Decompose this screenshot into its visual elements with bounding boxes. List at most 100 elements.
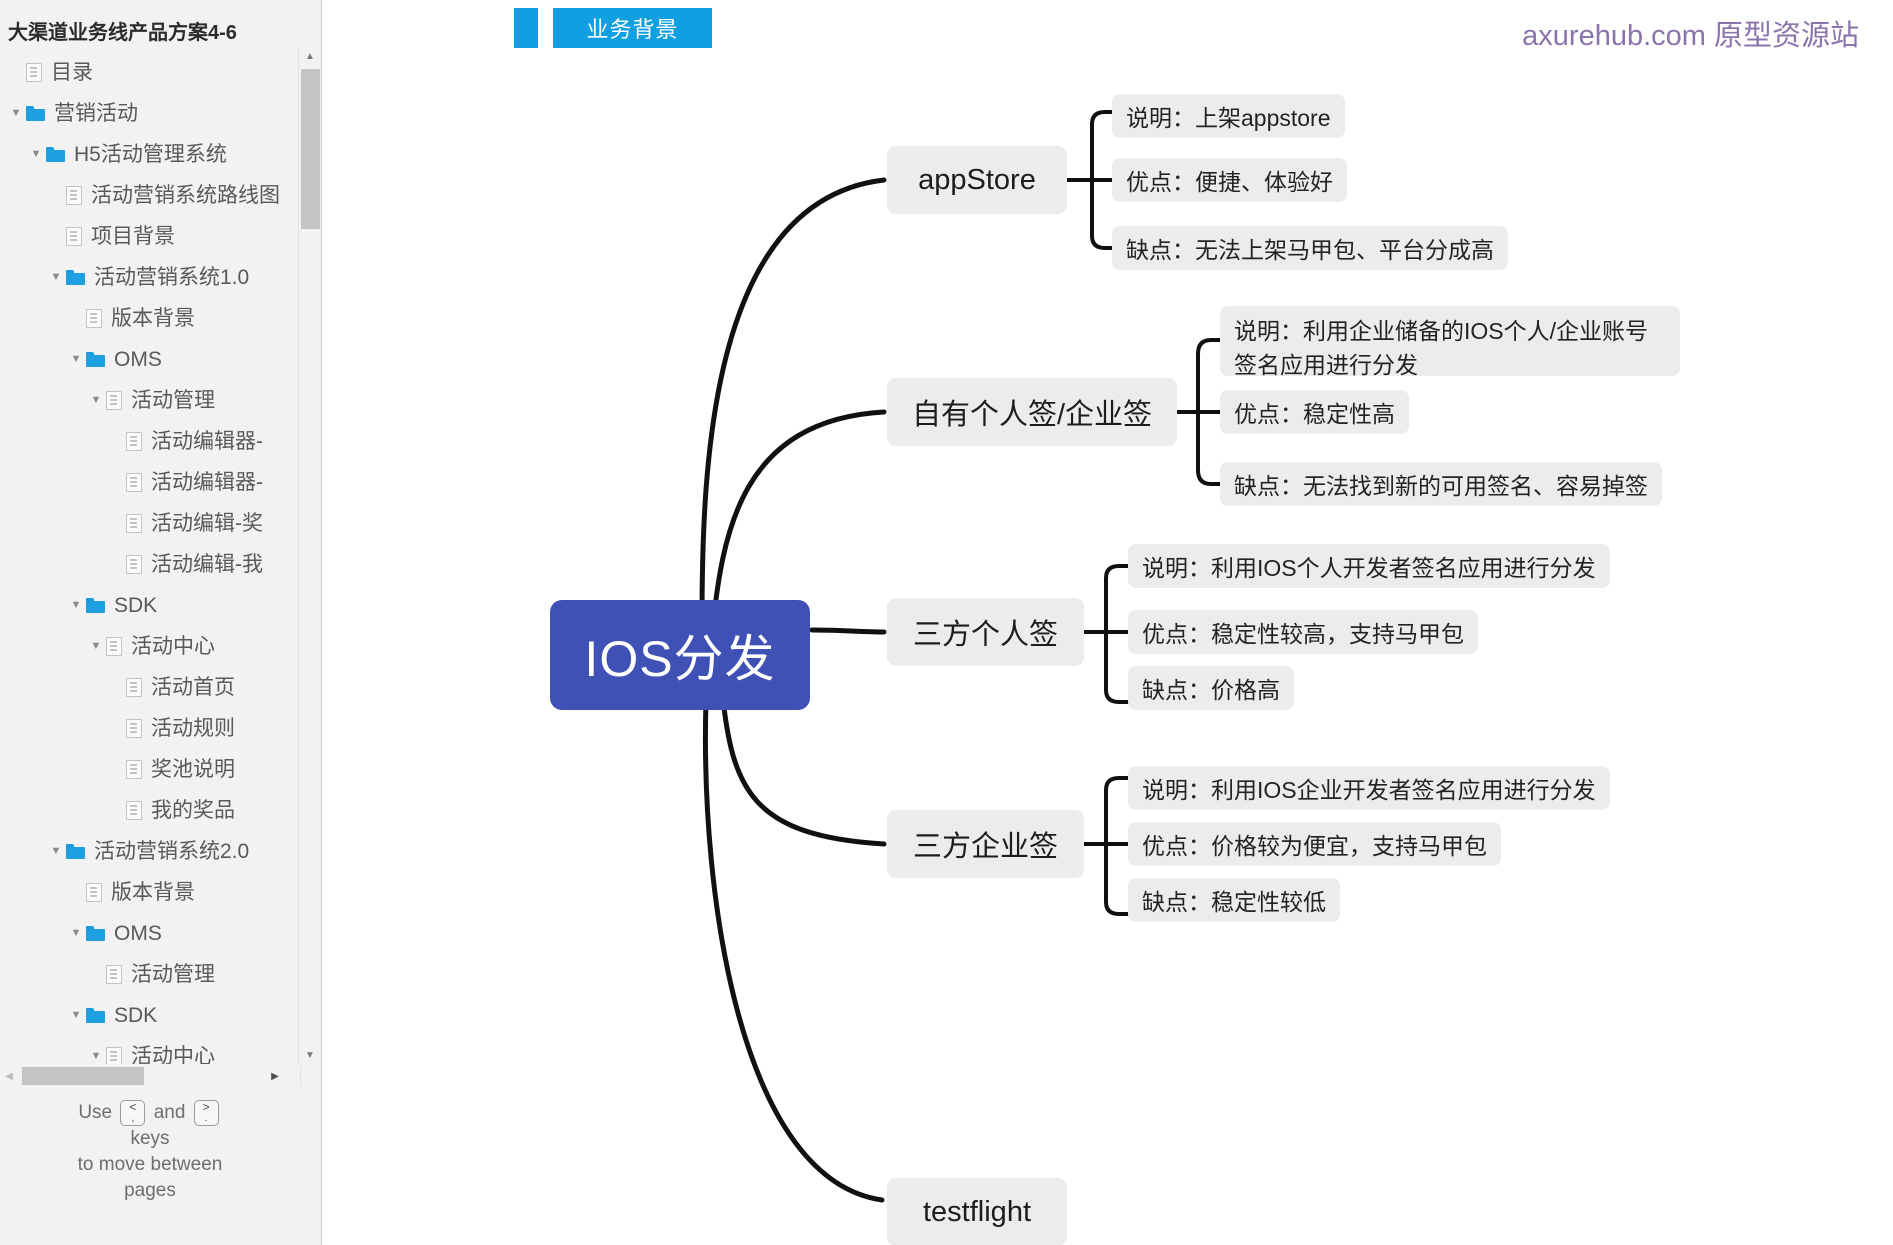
chevron-down-icon[interactable]: ▼	[86, 1051, 106, 1062]
tree-item-label: 目录	[51, 61, 93, 84]
scroll-right-icon[interactable]: ▶	[266, 1065, 284, 1087]
tree-item[interactable]: ▼ SDK	[0, 995, 300, 1036]
folder-icon	[26, 106, 45, 121]
tree-item[interactable]: ▼活动管理	[0, 380, 300, 421]
tree-item[interactable]: ▼活动规则	[0, 708, 300, 749]
mindmap-leaf-appstore-pros[interactable]: 优点：便捷、体验好	[1112, 158, 1347, 202]
mindmap-leaf-own-signature-cons[interactable]: 缺点：无法找到新的可用签名、容易掉签	[1220, 462, 1662, 506]
mindmap-leaf-thirdparty-personal-description[interactable]: 说明：利用IOS个人开发者签名应用进行分发	[1128, 544, 1610, 588]
chevron-down-icon[interactable]: ▼	[46, 846, 66, 857]
tree-item[interactable]: ▼版本背景	[0, 872, 300, 913]
page-icon	[26, 63, 42, 82]
tree-item-label: 活动编辑器-	[151, 471, 263, 494]
page-icon	[126, 555, 142, 574]
tree-item[interactable]: ▼ SDK	[0, 585, 300, 626]
tree-item-label: 活动中心	[131, 1045, 215, 1064]
mindmap-branch-appstore[interactable]: appStore	[887, 146, 1067, 214]
tree-item-label: SDK	[114, 594, 158, 617]
page-tree-sidebar: 大渠道业务线产品方案4-6 ▼目录▼营销活动▼H5活动管理系统▼活动营销系统路线…	[0, 0, 322, 1245]
tree-item[interactable]: ▼ 活动营销系统1.0	[0, 257, 300, 298]
page-icon	[86, 309, 102, 328]
tree-item[interactable]: ▼版本背景	[0, 298, 300, 339]
tree-vertical-scroll-thumb[interactable]	[301, 69, 320, 229]
tree-item[interactable]: ▼项目背景	[0, 216, 300, 257]
tree-item[interactable]: ▼奖池说明	[0, 749, 300, 790]
page-icon	[126, 719, 142, 738]
tree-item-label: 版本背景	[111, 881, 195, 904]
hint-line-2: keys	[130, 1128, 170, 1150]
tree-item-label: 活动管理	[131, 963, 215, 986]
chevron-down-icon[interactable]: ▼	[66, 600, 86, 611]
prev-page-keycap: < ,	[120, 1100, 146, 1126]
tree-item[interactable]: ▼ 营销活动	[0, 93, 300, 134]
tree-item-label: 活动营销系统1.0	[94, 266, 250, 289]
tree-item[interactable]: ▼目录	[0, 52, 300, 93]
mindmap-branch-testflight[interactable]: testflight	[887, 1178, 1067, 1245]
tree-item-label: 版本背景	[111, 307, 195, 330]
folder-icon	[46, 147, 65, 162]
mindmap-leaf-own-signature-description[interactable]: 说明：利用企业储备的IOS个人/企业账号签名应用进行分发	[1220, 306, 1680, 378]
page-tree[interactable]: ▼目录▼营销活动▼H5活动管理系统▼活动营销系统路线图▼项目背景▼活动营销系统1…	[0, 52, 300, 1064]
scroll-up-icon[interactable]: ▲	[299, 47, 321, 65]
tree-item-label: 活动规则	[151, 717, 235, 740]
mindmap-leaf-thirdparty-personal-cons[interactable]: 缺点：价格高	[1128, 666, 1294, 710]
chevron-down-icon[interactable]: ▼	[86, 641, 106, 652]
page-icon	[106, 391, 122, 410]
chevron-down-icon[interactable]: ▼	[66, 1010, 86, 1021]
mindmap-branch-thirdparty-personal[interactable]: 三方个人签	[887, 598, 1084, 666]
chevron-down-icon[interactable]: ▼	[66, 354, 86, 365]
tree-item[interactable]: ▼活动编辑-奖	[0, 503, 300, 544]
mindmap-leaf-appstore-description[interactable]: 说明：上架appstore	[1112, 94, 1345, 138]
tree-item[interactable]: ▼ OMS	[0, 339, 300, 380]
tree-horizontal-scrollbar[interactable]: ◀ ▶	[0, 1065, 300, 1087]
mindmap-branch-own-signature[interactable]: 自有个人签/企业签	[887, 378, 1177, 446]
tree-item[interactable]: ▼ 活动营销系统2.0	[0, 831, 300, 872]
tree-item-label: 活动中心	[131, 635, 215, 658]
tree-item-label: H5活动管理系统	[74, 143, 227, 166]
tree-vertical-scrollbar[interactable]: ▲ ▼	[298, 47, 321, 1064]
tree-item[interactable]: ▼ H5活动管理系统	[0, 134, 300, 175]
hint-and-label: and	[153, 1102, 186, 1124]
mindmap-leaf-thirdparty-enterprise-cons[interactable]: 缺点：稳定性较低	[1128, 878, 1340, 922]
chevron-down-icon[interactable]: ▼	[6, 108, 26, 119]
tree-item[interactable]: ▼我的奖品	[0, 790, 300, 831]
scroll-left-icon[interactable]: ◀	[0, 1065, 18, 1087]
mindmap-leaf-appstore-cons[interactable]: 缺点：无法上架马甲包、平台分成高	[1112, 226, 1508, 270]
folder-icon	[66, 844, 85, 859]
tree-item-label: SDK	[114, 1004, 158, 1027]
tree-item[interactable]: ▼活动管理	[0, 954, 300, 995]
mindmap-leaf-thirdparty-enterprise-description[interactable]: 说明：利用IOS企业开发者签名应用进行分发	[1128, 766, 1610, 810]
tree-item[interactable]: ▼ 活动中心	[0, 1036, 300, 1064]
tree-item-label: 活动营销系统路线图	[91, 184, 280, 207]
mindmap-leaf-own-signature-pros[interactable]: 优点：稳定性高	[1220, 390, 1409, 434]
mindmap-root-node[interactable]: IOS分发	[550, 600, 810, 710]
folder-icon	[66, 270, 85, 285]
tree-horizontal-scroll-thumb[interactable]	[22, 1067, 144, 1085]
tree-item[interactable]: ▼活动首页	[0, 667, 300, 708]
tree-item[interactable]: ▼ OMS	[0, 913, 300, 954]
scrollbar-corner	[300, 1065, 321, 1087]
tree-item-label: 营销活动	[54, 102, 138, 125]
chevron-down-icon[interactable]: ▼	[66, 928, 86, 939]
hint-use-label: Use	[78, 1102, 113, 1124]
page-icon	[66, 227, 82, 246]
tree-item[interactable]: ▼活动编辑-我	[0, 544, 300, 585]
tree-item[interactable]: ▼活动营销系统路线图	[0, 175, 300, 216]
scroll-down-icon[interactable]: ▼	[299, 1046, 321, 1064]
page-icon	[86, 883, 102, 902]
mindmap-leaf-thirdparty-enterprise-pros[interactable]: 优点：价格较为便宜，支持马甲包	[1128, 822, 1501, 866]
chevron-down-icon[interactable]: ▼	[86, 395, 106, 406]
tree-item[interactable]: ▼活动编辑器-	[0, 421, 300, 462]
folder-icon	[86, 598, 105, 613]
mindmap-leaf-thirdparty-personal-pros[interactable]: 优点：稳定性较高，支持马甲包	[1128, 610, 1478, 654]
page-icon	[126, 801, 142, 820]
tree-item[interactable]: ▼活动编辑器-	[0, 462, 300, 503]
mindmap-branch-thirdparty-enterprise[interactable]: 三方企业签	[887, 810, 1084, 878]
chevron-down-icon[interactable]: ▼	[46, 272, 66, 283]
page-icon	[126, 514, 142, 533]
hint-line-3: to move between	[77, 1154, 223, 1176]
chevron-down-icon[interactable]: ▼	[26, 149, 46, 160]
tree-item-label: 活动首页	[151, 676, 235, 699]
tree-item[interactable]: ▼ 活动中心	[0, 626, 300, 667]
tree-item-label: 活动编辑-奖	[151, 512, 263, 535]
